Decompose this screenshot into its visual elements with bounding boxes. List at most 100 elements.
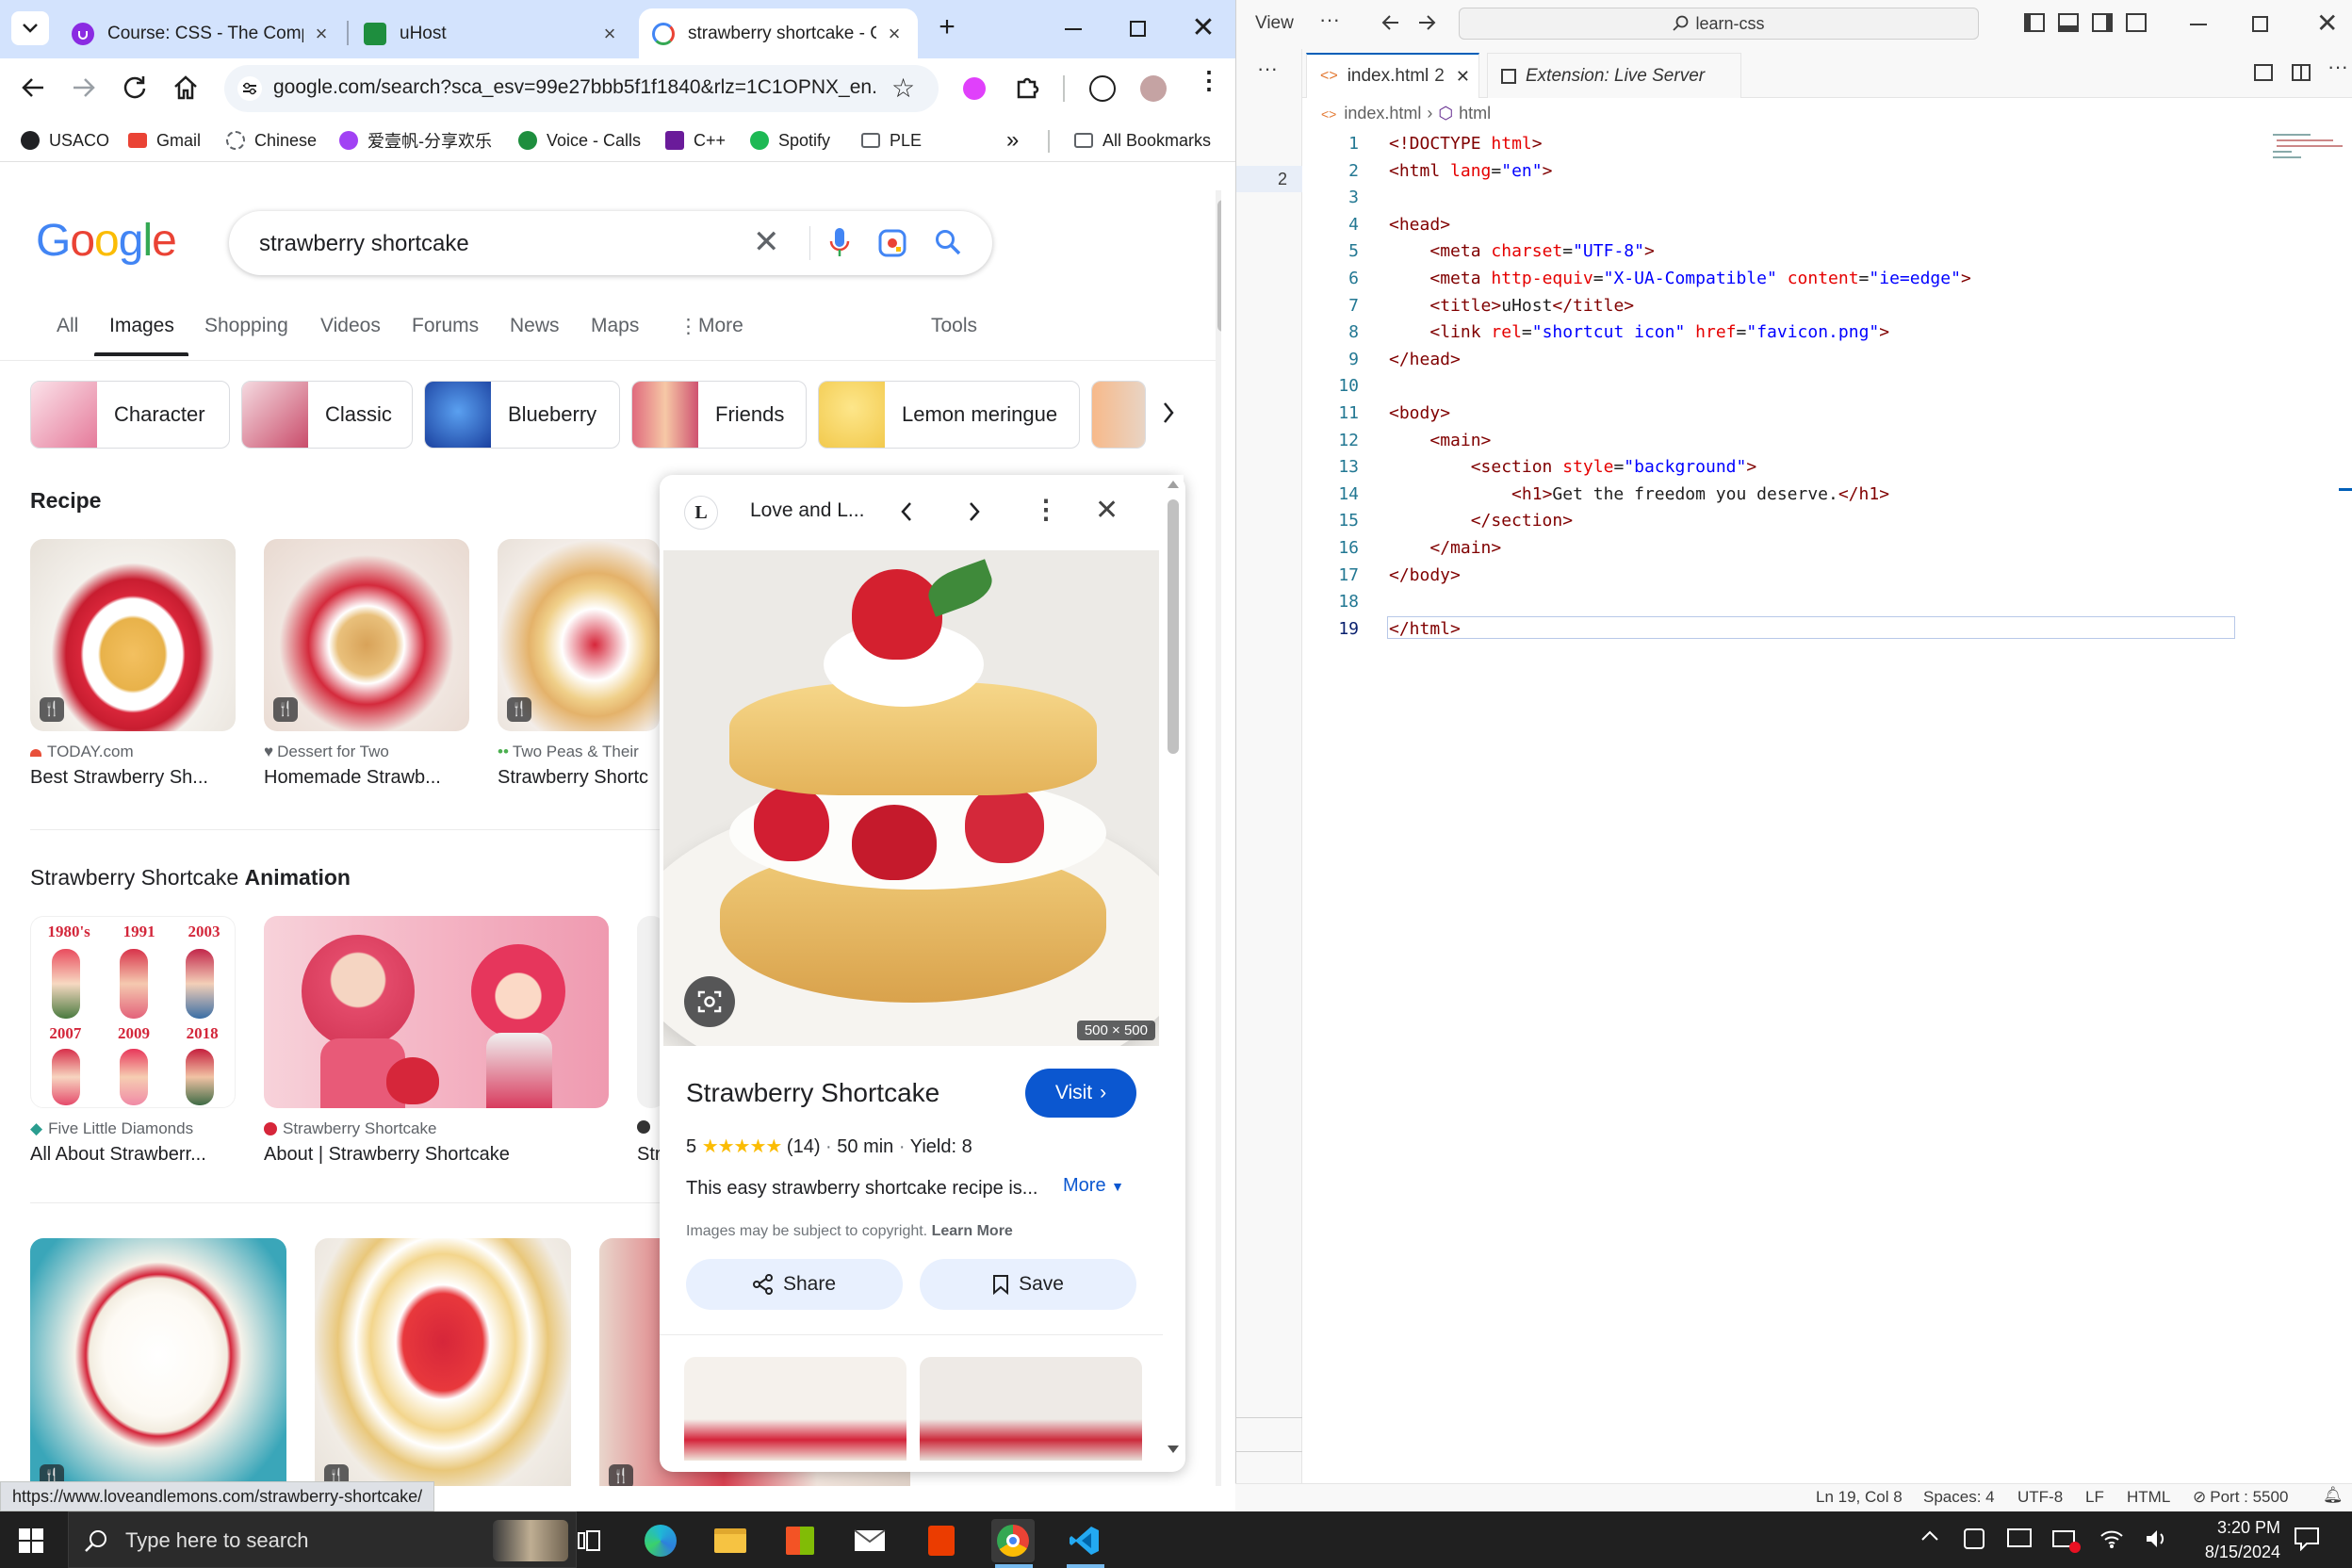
result-image[interactable]: 🍴 — [30, 1238, 286, 1486]
panel-title[interactable]: Strawberry Shortcake — [686, 1078, 939, 1108]
cursor-position[interactable]: Ln 19, Col 8 — [1816, 1488, 1903, 1507]
panel-options-icon[interactable]: ⋮ — [1033, 494, 1059, 525]
panel-scroll-down-icon[interactable] — [1168, 1446, 1179, 1453]
bookmark-cpp[interactable]: C++ — [665, 128, 726, 153]
vscode-minimize-button[interactable] — [2190, 24, 2207, 25]
bookmark-voice[interactable]: Voice - Calls — [518, 128, 641, 153]
code-line[interactable]: <h1>Get the freedom you deserve.</h1> — [1389, 484, 1889, 504]
code-line[interactable]: <link rel="shortcut icon" href="favicon.… — [1389, 322, 1889, 342]
profile-avatar[interactable] — [1140, 75, 1167, 102]
bookmark-gmail[interactable]: Gmail — [128, 128, 201, 153]
network-error-icon[interactable] — [2052, 1530, 2081, 1553]
result-image[interactable]: 🍴 — [315, 1238, 571, 1486]
code-line[interactable]: </body> — [1389, 565, 1461, 585]
result-card[interactable]: Strawberry Shortcake About | Strawberry … — [264, 916, 609, 1166]
chips-scroll-right-icon[interactable] — [1159, 396, 1178, 430]
edge-icon[interactable] — [639, 1519, 682, 1562]
editor-tab-live-server[interactable]: Extension: Live Server — [1487, 53, 1741, 98]
extensions-puzzle-icon[interactable] — [1014, 74, 1042, 102]
bookmark-ple[interactable]: PLE — [861, 128, 922, 153]
forward-button[interactable] — [70, 74, 98, 102]
reload-button[interactable] — [121, 74, 149, 102]
minimize-button[interactable] — [1065, 28, 1082, 30]
result-title[interactable]: About | Strawberry Shortcake — [264, 1144, 609, 1166]
search-tab-more[interactable]: More — [698, 315, 743, 337]
breadcrumb-file[interactable]: index.html — [1344, 104, 1421, 123]
code-line[interactable]: <head> — [1389, 215, 1450, 235]
meet-now-icon[interactable] — [1964, 1528, 1984, 1549]
display-icon[interactable] — [2007, 1528, 2032, 1547]
close-tab-icon[interactable]: × — [884, 23, 905, 44]
bookmark-spotify[interactable]: Spotify — [750, 128, 830, 153]
search-tab-videos[interactable]: Videos — [320, 315, 381, 337]
chip-blueberry[interactable]: Blueberry — [424, 381, 620, 449]
chip-friends[interactable]: Friends — [631, 381, 807, 449]
panel-scrollbar-thumb[interactable] — [1168, 499, 1179, 754]
home-button[interactable] — [172, 74, 200, 102]
code-line[interactable]: </main> — [1389, 538, 1501, 558]
tab-search-button[interactable] — [11, 11, 49, 45]
tools-button[interactable]: Tools — [931, 315, 977, 337]
minimap[interactable] — [2273, 130, 2350, 168]
toggle-secondary-sidebar-icon[interactable] — [2092, 13, 2113, 32]
mail-icon[interactable] — [848, 1519, 891, 1562]
sync-extension-icon[interactable] — [1089, 75, 1116, 102]
related-image[interactable] — [684, 1357, 906, 1461]
menu-view[interactable]: View — [1255, 13, 1294, 34]
vscode-taskbar-icon[interactable] — [1063, 1519, 1106, 1562]
page-scrollbar[interactable] — [1216, 190, 1221, 1486]
vscode-close-button[interactable]: ✕ — [2316, 8, 2338, 39]
bookmark-chinese[interactable]: Chinese — [226, 128, 317, 153]
result-card[interactable]: 🍴 •• Two Peas & Their Strawberry Shortc — [498, 539, 660, 789]
nav-back-icon[interactable] — [1380, 11, 1402, 34]
search-tab-forums[interactable]: Forums — [412, 315, 479, 337]
panel-site-name[interactable]: Love and L... — [750, 499, 864, 522]
code-line[interactable]: </section> — [1389, 511, 1573, 531]
close-tab-icon[interactable]: × — [599, 23, 620, 44]
clear-search-icon[interactable]: ✕ — [753, 226, 780, 258]
result-image[interactable]: 🍴 — [498, 539, 660, 731]
visual-search-icon[interactable] — [684, 976, 735, 1027]
toggle-sidebar-icon[interactable] — [2024, 13, 2045, 32]
result-title[interactable]: Best Strawberry Sh... — [30, 767, 236, 789]
code-line[interactable]: </html> — [1389, 619, 1461, 639]
code-line[interactable]: <main> — [1389, 431, 1491, 450]
code-line[interactable]: <html lang="en"> — [1389, 161, 1552, 181]
chrome-taskbar-icon[interactable] — [991, 1519, 1035, 1562]
prev-image-icon[interactable] — [895, 496, 918, 528]
preview-image[interactable]: 500 × 500 — [663, 550, 1159, 1046]
related-image[interactable] — [920, 1357, 1142, 1461]
share-button[interactable]: Share — [686, 1259, 903, 1310]
result-title[interactable]: All About Strawberr... — [30, 1144, 236, 1166]
more-link[interactable]: More ▼ — [1063, 1175, 1124, 1197]
side-overflow-icon[interactable]: ··· — [1257, 57, 1278, 81]
result-title[interactable]: Homemade Strawb... — [264, 767, 469, 789]
site-info-icon[interactable] — [237, 76, 262, 101]
visit-button[interactable]: Visit › — [1025, 1069, 1136, 1118]
code-line[interactable]: <meta http-equiv="X-UA-Compatible" conte… — [1389, 269, 1970, 288]
result-image[interactable]: 🍴 — [264, 539, 469, 731]
problems-badge[interactable]: 2 — [1236, 166, 1302, 192]
result-image[interactable]: 1980's 1991 2003 2007 2009 2018 — [30, 916, 236, 1108]
search-box[interactable]: strawberry shortcake ✕ — [229, 211, 992, 275]
encoding[interactable]: UTF-8 — [2017, 1488, 2063, 1507]
search-tab-all[interactable]: All — [57, 315, 78, 337]
code-line[interactable]: <body> — [1389, 403, 1450, 423]
result-image[interactable]: 🍴 — [30, 539, 236, 731]
close-window-button[interactable]: ✕ — [1191, 11, 1216, 45]
address-bar[interactable]: google.com/search?sca_esv=99e27bbb5f1f18… — [224, 65, 939, 112]
taskbar-search[interactable]: Type here to search — [68, 1511, 577, 1568]
bookmark-star-icon[interactable]: ☆ — [891, 73, 915, 104]
notification-center-icon[interactable] — [2294, 1527, 2320, 1551]
code-line[interactable]: <section style="background"> — [1389, 457, 1756, 477]
language-mode[interactable]: HTML — [2127, 1488, 2170, 1507]
start-button[interactable] — [9, 1519, 53, 1562]
chip-classic[interactable]: Classic — [241, 381, 413, 449]
close-tab-icon[interactable]: × — [311, 23, 332, 44]
panel-scrollbar[interactable] — [1163, 475, 1184, 1464]
learn-more-link[interactable]: Learn More — [932, 1223, 1013, 1239]
office-icon[interactable] — [920, 1519, 963, 1562]
result-card[interactable]: 1980's 1991 2003 2007 2009 2018 ◆ Five Little… — [30, 916, 236, 1166]
file-explorer-icon[interactable] — [709, 1519, 752, 1562]
customize-layout-icon[interactable] — [2126, 13, 2147, 32]
